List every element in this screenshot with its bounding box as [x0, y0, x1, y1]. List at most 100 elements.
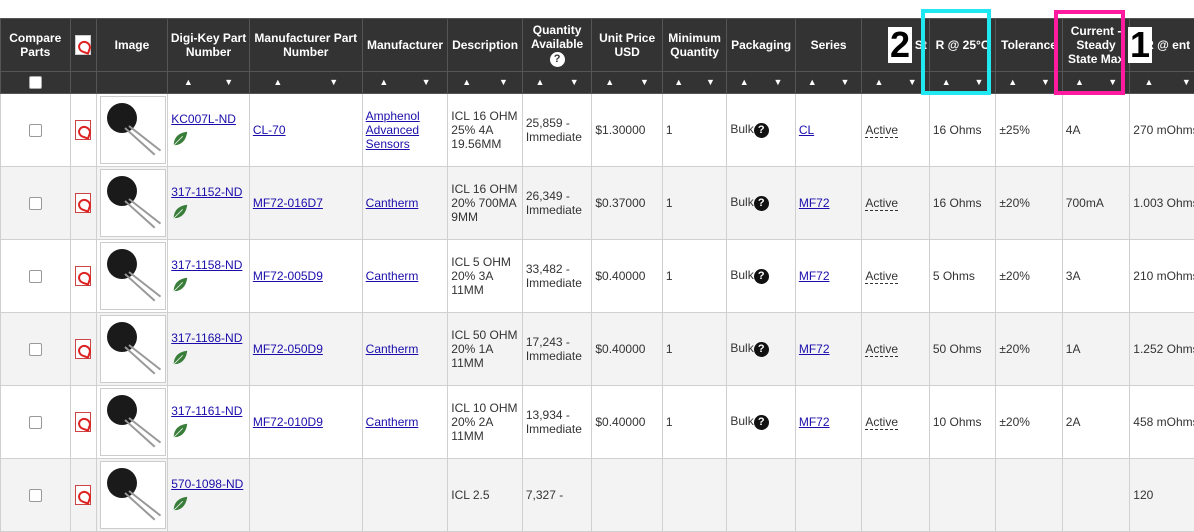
- compare-checkbox[interactable]: [29, 197, 42, 210]
- digikey-part-link[interactable]: 570-1098-ND: [171, 477, 243, 491]
- sort-ascending-icon[interactable]: ▲: [740, 78, 749, 87]
- help-icon[interactable]: ?: [754, 123, 769, 138]
- table-row[interactable]: 317-1161-NDMF72-010D9CanthermICL 10 OHM …: [1, 386, 1194, 459]
- sort-descending-icon[interactable]: ▼: [840, 78, 849, 87]
- digikey-part-link[interactable]: 317-1158-ND: [171, 258, 242, 272]
- table-row[interactable]: 317-1152-NDMF72-016D7CanthermICL 16 OHM …: [1, 167, 1194, 240]
- table-row[interactable]: KC007L-NDCL-70Amphenol Advanced SensorsI…: [1, 94, 1194, 167]
- tolerance-cell: ±25%: [996, 94, 1062, 167]
- mfr-part-link[interactable]: MF72-050D9: [253, 342, 323, 356]
- packaging-value: Bulk: [730, 122, 753, 136]
- pdf-icon[interactable]: [75, 193, 91, 213]
- sort-descending-icon[interactable]: ▼: [329, 78, 338, 87]
- sort-descending-icon[interactable]: ▼: [422, 78, 431, 87]
- r-current-cell: 120: [1130, 459, 1194, 532]
- manufacturer-link[interactable]: Cantherm: [366, 196, 419, 210]
- col-series[interactable]: Series: [795, 19, 861, 72]
- series-link[interactable]: MF72: [799, 196, 830, 210]
- compare-checkbox[interactable]: [29, 416, 42, 429]
- pdf-icon[interactable]: [75, 120, 91, 140]
- manufacturer-link[interactable]: Cantherm: [366, 342, 419, 356]
- col-tolerance[interactable]: Tolerance: [996, 19, 1062, 72]
- sort-descending-icon[interactable]: ▼: [974, 78, 983, 87]
- help-icon[interactable]: ?: [754, 269, 769, 284]
- manufacturer-link[interactable]: Cantherm: [366, 269, 419, 283]
- sort-ascending-icon[interactable]: ▲: [462, 78, 471, 87]
- col-unit-price[interactable]: Unit Price USD: [592, 19, 663, 72]
- manufacturer-link[interactable]: Amphenol Advanced Sensors: [366, 109, 420, 151]
- pdf-icon[interactable]: [75, 412, 91, 432]
- select-all-checkbox[interactable]: [29, 76, 42, 89]
- col-digikey-part-number[interactable]: Digi-Key Part Number: [168, 19, 250, 72]
- compare-checkbox[interactable]: [29, 489, 42, 502]
- sort-descending-icon[interactable]: ▼: [774, 78, 783, 87]
- sort-ascending-icon[interactable]: ▲: [536, 78, 545, 87]
- mfr-part-link[interactable]: CL-70: [253, 123, 286, 137]
- mfr-part-link[interactable]: MF72-010D9: [253, 415, 323, 429]
- status-value: Active: [865, 415, 898, 430]
- sort-descending-icon[interactable]: ▼: [640, 78, 649, 87]
- product-thumbnail[interactable]: [100, 169, 166, 237]
- sort-descending-icon[interactable]: ▼: [224, 78, 233, 87]
- digikey-part-link[interactable]: 317-1161-ND: [171, 404, 242, 418]
- digikey-part-link[interactable]: 317-1168-ND: [171, 331, 242, 345]
- pdf-icon[interactable]: [75, 266, 91, 286]
- mfr-part-link[interactable]: MF72-016D7: [253, 196, 323, 210]
- mfr-part-link[interactable]: MF72-005D9: [253, 269, 323, 283]
- col-description[interactable]: Description: [448, 19, 523, 72]
- sort-ascending-icon[interactable]: ▲: [874, 78, 883, 87]
- col-minimum-quantity[interactable]: Minimum Quantity: [662, 19, 726, 72]
- col-quantity-available[interactable]: Quantity Available?: [522, 19, 592, 72]
- sort-descending-icon[interactable]: ▼: [1182, 78, 1191, 87]
- digikey-part-link[interactable]: 317-1152-ND: [171, 185, 242, 199]
- sort-ascending-icon[interactable]: ▲: [674, 78, 683, 87]
- table-row[interactable]: 570-1098-NDICL 2.57,327 -120: [1, 459, 1194, 532]
- product-thumbnail[interactable]: [100, 242, 166, 310]
- sort-ascending-icon[interactable]: ▲: [808, 78, 817, 87]
- sort-ascending-icon[interactable]: ▲: [379, 78, 388, 87]
- sort-cell: ▲▼: [929, 72, 995, 94]
- col-packaging[interactable]: Packaging: [727, 19, 796, 72]
- sort-descending-icon[interactable]: ▼: [570, 78, 579, 87]
- table-row[interactable]: 317-1158-NDMF72-005D9CanthermICL 5 OHM 2…: [1, 240, 1194, 313]
- digikey-part-link[interactable]: KC007L-ND: [171, 112, 236, 126]
- packaging-value: Bulk: [730, 195, 753, 209]
- sort-cell-empty: [70, 72, 96, 94]
- col-manufacturer[interactable]: Manufacturer: [362, 19, 448, 72]
- product-thumbnail[interactable]: [100, 315, 166, 383]
- pdf-icon[interactable]: [75, 485, 91, 505]
- table-row[interactable]: 317-1168-NDMF72-050D9CanthermICL 50 OHM …: [1, 313, 1194, 386]
- sort-ascending-icon[interactable]: ▲: [1075, 78, 1084, 87]
- product-thumbnail[interactable]: [100, 96, 166, 164]
- compare-checkbox[interactable]: [29, 270, 42, 283]
- compare-checkbox[interactable]: [29, 343, 42, 356]
- sort-descending-icon[interactable]: ▼: [706, 78, 715, 87]
- sort-ascending-icon[interactable]: ▲: [273, 78, 282, 87]
- sort-descending-icon[interactable]: ▼: [1041, 78, 1050, 87]
- sort-descending-icon[interactable]: ▼: [499, 78, 508, 87]
- col-current-steady-state-max[interactable]: Current - Steady State Max: [1062, 19, 1130, 72]
- sort-descending-icon[interactable]: ▼: [1108, 78, 1117, 87]
- help-icon[interactable]: ?: [754, 342, 769, 357]
- min-qty-cell: 1: [662, 386, 726, 459]
- series-link[interactable]: MF72: [799, 342, 830, 356]
- sort-descending-icon[interactable]: ▼: [908, 78, 917, 87]
- help-icon[interactable]: ?: [550, 52, 565, 67]
- product-thumbnail[interactable]: [100, 388, 166, 456]
- sort-ascending-icon[interactable]: ▲: [942, 78, 951, 87]
- col-manufacturer-part-number[interactable]: Manufacturer Part Number: [249, 19, 362, 72]
- compare-checkbox[interactable]: [29, 124, 42, 137]
- manufacturer-link[interactable]: Cantherm: [366, 415, 419, 429]
- sort-ascending-icon[interactable]: ▲: [1008, 78, 1017, 87]
- help-icon[interactable]: ?: [754, 415, 769, 430]
- sort-ascending-icon[interactable]: ▲: [605, 78, 614, 87]
- product-thumbnail[interactable]: [100, 461, 166, 529]
- pdf-icon[interactable]: [75, 339, 91, 359]
- sort-ascending-icon[interactable]: ▲: [1145, 78, 1154, 87]
- series-link[interactable]: CL: [799, 123, 814, 137]
- col-r-25c[interactable]: R @ 25°C: [929, 19, 995, 72]
- sort-ascending-icon[interactable]: ▲: [184, 78, 193, 87]
- series-link[interactable]: MF72: [799, 269, 830, 283]
- series-link[interactable]: MF72: [799, 415, 830, 429]
- help-icon[interactable]: ?: [754, 196, 769, 211]
